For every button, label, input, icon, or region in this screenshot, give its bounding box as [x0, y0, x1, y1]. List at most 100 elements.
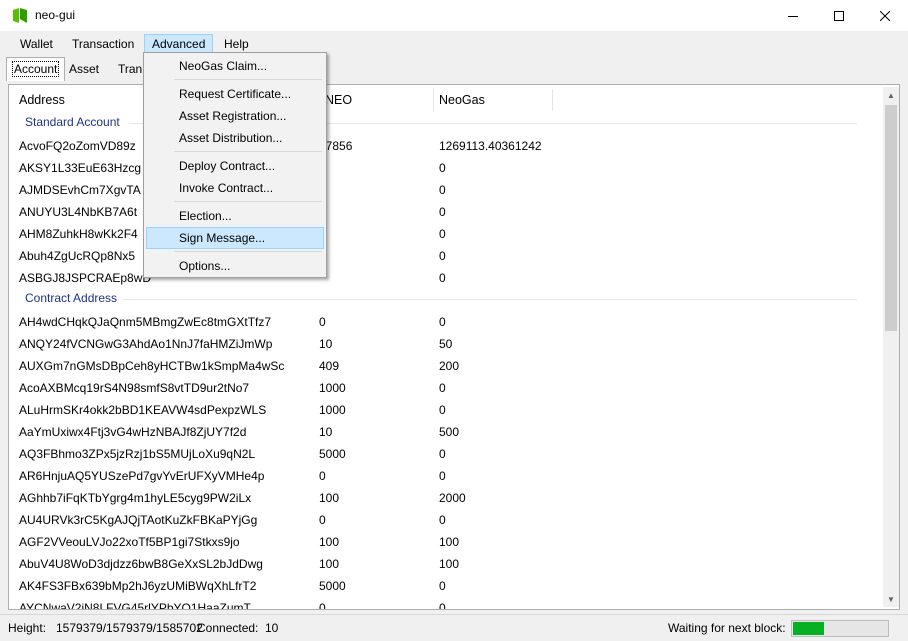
group-header[interactable]: Standard Account [25, 115, 120, 129]
table-row[interactable]: AbuV4U8WoD3djdzz6bwB8GeXxSL2bJdDwg 100 100 [11, 553, 871, 575]
neo-cell: 10 [319, 337, 333, 351]
table-row[interactable]: Abuh4ZgUcRQp8Nx5 0 [11, 245, 871, 267]
address-cell: AaYmUxiwx4Ftj3vG4wHzNBAJf8ZjUY7f2d [19, 425, 247, 439]
neogas-cell: 0 [439, 579, 446, 593]
table-row[interactable]: AUXGm7nGMsDBpCeh8yHCTBw1kSmpMa4wSc 409 200 [11, 355, 871, 377]
neogas-cell: 0 [439, 161, 446, 175]
address-cell: AYCNwaV2iN8LFVG45rlYPbYQ1HaaZumT [19, 601, 251, 609]
minimize-button[interactable] [770, 0, 816, 31]
column-header-address[interactable]: Address [19, 87, 65, 113]
menu-item-deploy-contract[interactable]: Deploy Contract... [146, 155, 324, 177]
tab-account[interactable]: Account [6, 57, 66, 81]
column-header-neogas[interactable]: NeoGas [439, 87, 485, 113]
neogas-cell: 0 [439, 403, 446, 417]
neo-cell: 409 [319, 359, 340, 373]
block-progress-fill [793, 622, 824, 635]
menu-item-neogas-claim[interactable]: NeoGas Claim... [146, 55, 324, 77]
menu-item-asset-distribution[interactable]: Asset Distribution... [146, 127, 324, 149]
menu-separator [174, 79, 322, 80]
neo-cell: 100 [319, 535, 340, 549]
neogas-cell: 2000 [439, 491, 466, 505]
table-row[interactable]: AaYmUxiwx4Ftj3vG4wHzNBAJf8ZjUY7f2d 10 500 [11, 421, 871, 443]
address-cell: AR6HnjuAQ5YUSzePd7gvYvErUFXyVMHe4p [19, 469, 265, 483]
neo-logo-icon [13, 8, 27, 23]
table-row[interactable]: AcoAXBMcq19rS4N98smfS8vtTD9ur2tNo7 1000 0 [11, 377, 871, 399]
block-progress-bar [791, 620, 889, 637]
group-divider [123, 299, 857, 300]
neogas-cell: 0 [439, 183, 446, 197]
column-separator[interactable] [552, 89, 553, 111]
height-label: Height: [8, 621, 47, 635]
menu-separator [174, 251, 322, 252]
column-separator[interactable] [433, 89, 434, 111]
menu-separator [174, 151, 322, 152]
advanced-menu-dropdown: NeoGas Claim... Request Certificate... Ass… [143, 52, 327, 278]
table-row[interactable]: ASBGJ8JSPCRAEp8wD 0 [11, 267, 871, 289]
table-row[interactable]: AQ3FBhmo3ZPx5jzRzj1bS5MUjLoXu9qN2L 5000 0 [11, 443, 871, 465]
close-icon [880, 10, 890, 21]
menu-item-invoke-contract[interactable]: Invoke Contract... [146, 177, 324, 199]
menu-item-asset-registration[interactable]: Asset Registration... [146, 105, 324, 127]
window-title: neo-gui [35, 8, 76, 22]
table-row[interactable]: ANQY24fVCNGwG3AhdAo1NnJ7faHMZiJmWp 10 50 [11, 333, 871, 355]
menu-item-request-certificate[interactable]: Request Certificate... [146, 83, 324, 105]
account-list[interactable]: Address NEO NeoGas Standard Account AcvoF… [11, 87, 881, 609]
menu-help[interactable]: Help [217, 34, 256, 54]
neo-cell: 5000 [319, 447, 346, 461]
table-row[interactable]: AGhhb7iFqKTbYgrg4m1hyLE5cyg9PW2iLx 100 200… [11, 487, 871, 509]
table-row[interactable]: ANUYU3L4NbKB7A6t 0 [11, 201, 871, 223]
menu-advanced[interactable]: Advanced [144, 34, 214, 54]
table-row[interactable]: AKSY1L33EuE63Hzcg 0 [11, 157, 871, 179]
tab-account-label: Account [12, 61, 60, 77]
connected-value: 10 [265, 621, 279, 635]
table-row[interactable]: AH4wdCHqkQJaQnm5MBmgZwEc8tmGXtTfz7 0 0 [11, 311, 871, 333]
vertical-scrollbar[interactable]: ▲ ▼ [883, 87, 899, 607]
neogas-cell: 0 [439, 601, 446, 609]
neogas-cell: 0 [439, 249, 446, 263]
scrollbar-thumb[interactable] [885, 105, 897, 331]
height-value: 1579379/1579379/1585702 [56, 621, 203, 635]
menu-wallet[interactable]: Wallet [13, 34, 60, 54]
group-header[interactable]: Contract Address [25, 291, 117, 305]
neogas-cell: 0 [439, 205, 446, 219]
address-cell: AU4URVk3rC5KgAJQjTAotKuZkFBKaPYjGg [19, 513, 258, 527]
close-button[interactable] [862, 0, 908, 31]
neo-cell: 10 [319, 425, 333, 439]
address-cell: AUXGm7nGMsDBpCeh8yHCTBw1kSmpMa4wSc [19, 359, 285, 373]
address-cell: AbuV4U8WoD3djdzz6bwB8GeXxSL2bJdDwg [19, 557, 263, 571]
scroll-down-button[interactable]: ▼ [883, 591, 899, 607]
table-row[interactable]: AR6HnjuAQ5YUSzePd7gvYvErUFXyVMHe4p 0 0 [11, 465, 871, 487]
neo-cell: 0 [319, 315, 326, 329]
menu-item-election[interactable]: Election... [146, 205, 324, 227]
table-row[interactable]: AcvoFQ2oZomVD89z 77856 1269113.40361242 [11, 135, 871, 157]
table-row[interactable]: AJMDSEvhCm7XgvTA 0 [11, 179, 871, 201]
menu-item-options[interactable]: Options... [146, 255, 324, 277]
menu-transaction[interactable]: Transaction [65, 34, 141, 54]
maximize-button[interactable] [816, 0, 862, 31]
address-cell: ANQY24fVCNGwG3AhdAo1NnJ7faHMZiJmWp [19, 337, 273, 351]
maximize-icon [834, 10, 844, 21]
neogas-cell: 100 [439, 557, 460, 571]
neogas-cell: 0 [439, 227, 446, 241]
address-cell: ALuHrmSKr4okk2bBD1KEAVW4sdPexpzWLS [19, 403, 267, 417]
table-row[interactable]: ALuHrmSKr4okk2bBD1KEAVW4sdPexpzWLS 1000 0 [11, 399, 871, 421]
scroll-up-button[interactable]: ▲ [883, 87, 899, 103]
address-cell: AGhhb7iFqKTbYgrg4m1hyLE5cyg9PW2iLx [19, 491, 252, 505]
neogas-cell: 50 [439, 337, 453, 351]
neogas-cell: 200 [439, 359, 460, 373]
address-cell: AQ3FBhmo3ZPx5jzRzj1bS5MUjLoXu9qN2L [19, 447, 256, 461]
menu-item-sign-message[interactable]: Sign Message... [146, 227, 324, 249]
neogas-cell: 0 [439, 469, 446, 483]
table-row[interactable]: AHM8ZuhkH8wKk2F4 0 [11, 223, 871, 245]
address-cell: AH4wdCHqkQJaQnm5MBmgZwEc8tmGXtTfz7 [19, 315, 272, 329]
neo-cell: 100 [319, 557, 340, 571]
table-row[interactable]: AGF2VVeouLVJo22xoTf5BP1gi7Stkxs9jo 100 100 [11, 531, 871, 553]
minimize-icon [788, 15, 798, 17]
table-row[interactable]: AU4URVk3rC5KgAJQjTAotKuZkFBKaPYjGg 0 0 [11, 509, 871, 531]
table-row[interactable]: AYCNwaV2iN8LFVG45rlYPbYQ1HaaZumT 0 0 [11, 597, 871, 609]
tab-asset[interactable]: Asset [64, 59, 104, 81]
neo-cell: 0 [319, 513, 326, 527]
table-row[interactable]: AK4FS3FBx639bMp2hJ6yzUMiBWqXhLfrT2 5000 0 [11, 575, 871, 597]
column-header-neo[interactable]: NEO [325, 87, 352, 113]
neogas-cell: 0 [439, 513, 446, 527]
